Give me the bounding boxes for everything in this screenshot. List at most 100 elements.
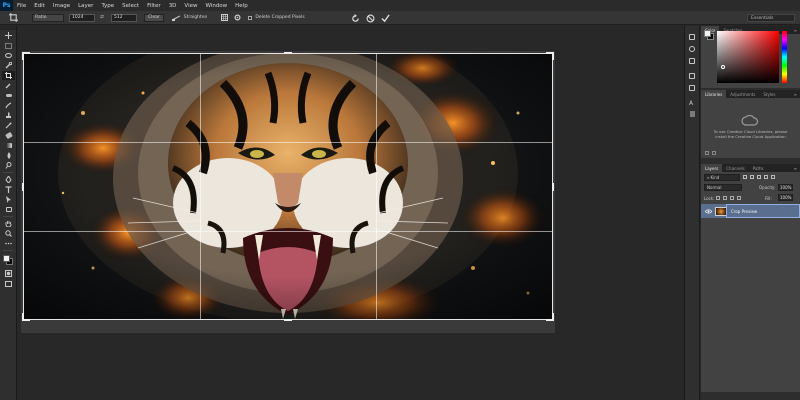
eyedropper-tool-icon[interactable] xyxy=(2,81,15,90)
history-panel-icon[interactable] xyxy=(687,32,697,41)
straighten-label[interactable]: Straighten xyxy=(184,15,208,20)
lasso-tool-icon[interactable] xyxy=(2,51,15,60)
settings-gear-icon[interactable] xyxy=(232,14,242,22)
foreground-color-swatch[interactable] xyxy=(3,255,10,262)
overlay-grid-icon[interactable] xyxy=(219,14,229,22)
type-tool-icon[interactable] xyxy=(2,185,15,194)
tab-adjustments[interactable]: Adjustments xyxy=(726,90,759,98)
add-asset-icon[interactable] xyxy=(705,151,709,155)
filter-shape-icon[interactable] xyxy=(764,175,768,179)
menu-type[interactable]: Type xyxy=(97,3,118,9)
character-panel-icon[interactable]: A xyxy=(687,98,697,107)
blend-mode-select[interactable]: Normal xyxy=(704,184,742,191)
commit-crop-check-icon[interactable] xyxy=(381,13,390,23)
dodge-tool-icon[interactable] xyxy=(2,161,15,170)
reset-crop-icon[interactable] xyxy=(351,13,360,23)
filter-adjustment-icon[interactable] xyxy=(750,175,754,179)
quick-mask-icon[interactable] xyxy=(2,269,15,278)
delete-cropped-checkbox[interactable] xyxy=(248,15,253,20)
menu-3d[interactable]: 3D xyxy=(165,3,181,9)
clone-stamp-tool-icon[interactable] xyxy=(2,111,15,120)
menu-image[interactable]: Image xyxy=(49,3,74,9)
layer-visibility-eye-icon[interactable] xyxy=(704,207,712,215)
pen-tool-icon[interactable] xyxy=(2,175,15,184)
tab-styles[interactable]: Styles xyxy=(759,90,779,98)
fill-input[interactable]: 100% xyxy=(778,194,793,201)
lock-pixels-icon[interactable] xyxy=(723,196,727,200)
crop-width-input[interactable]: 1024 xyxy=(69,13,95,22)
crop-handle-left[interactable] xyxy=(22,182,24,191)
document-canvas-area[interactable] xyxy=(18,26,682,400)
color-swatches[interactable] xyxy=(2,254,15,266)
crop-tool-icon[interactable] xyxy=(2,71,15,80)
tools-panel-grip[interactable] xyxy=(0,26,16,30)
panel-menu-icon[interactable]: ≡ xyxy=(794,90,800,98)
crop-handle-top-left[interactable] xyxy=(22,52,24,60)
filter-smart-object-icon[interactable] xyxy=(771,175,775,179)
color-panel-foreground-swatch[interactable] xyxy=(704,30,711,37)
tab-channels[interactable]: Channels xyxy=(722,164,749,172)
zoom-tool-icon[interactable] xyxy=(2,229,15,238)
menu-filter[interactable]: Filter xyxy=(143,3,165,9)
gradient-tool-icon[interactable] xyxy=(2,141,15,150)
crop-tool-preset-icon[interactable] xyxy=(6,13,20,23)
crop-handle-top[interactable] xyxy=(284,52,292,54)
lock-transparency-icon[interactable] xyxy=(716,196,720,200)
delete-cropped-label[interactable]: Delete Cropped Pixels xyxy=(255,15,304,20)
layer-name[interactable]: Crop Preview xyxy=(731,209,757,214)
menu-help[interactable]: Help xyxy=(231,3,252,9)
panel-menu-icon[interactable]: ≡ xyxy=(794,164,800,172)
color-saturation-field[interactable] xyxy=(717,31,779,83)
panel-menu-icon[interactable]: ≡ xyxy=(794,26,800,34)
menu-select[interactable]: Select xyxy=(118,3,143,9)
swatches-panel-icon[interactable] xyxy=(687,56,697,65)
crop-handle-bottom-left[interactable] xyxy=(22,313,24,321)
filter-pixel-icon[interactable] xyxy=(743,175,747,179)
cc-sync-icon[interactable] xyxy=(712,151,716,155)
menu-view[interactable]: View xyxy=(180,3,201,9)
crop-handle-top-right[interactable] xyxy=(552,52,554,60)
workspace-select[interactable]: Essentials xyxy=(747,14,795,22)
path-selection-tool-icon[interactable] xyxy=(2,195,15,204)
hand-tool-icon[interactable] xyxy=(2,219,15,228)
color-picker-handle[interactable] xyxy=(721,65,725,69)
tab-libraries[interactable]: Libraries xyxy=(701,90,727,98)
menu-edit[interactable]: Edit xyxy=(30,3,49,9)
screen-mode-icon[interactable] xyxy=(2,279,15,288)
straighten-icon[interactable] xyxy=(171,14,181,22)
crop-handle-right[interactable] xyxy=(552,182,554,191)
more-tools-icon[interactable] xyxy=(2,239,15,248)
clone-source-panel-icon[interactable] xyxy=(687,83,697,92)
move-tool-icon[interactable] xyxy=(2,31,15,40)
clear-button[interactable]: Clear xyxy=(144,13,164,22)
cancel-crop-icon[interactable] xyxy=(366,13,375,23)
marquee-tool-icon[interactable] xyxy=(2,41,15,50)
tab-layers[interactable]: Layers xyxy=(701,164,723,172)
properties-panel-icon[interactable] xyxy=(687,44,697,53)
crop-handle-bottom-right[interactable] xyxy=(552,313,554,321)
crop-ratio-select[interactable]: Ratio xyxy=(32,13,64,22)
lock-position-icon[interactable] xyxy=(730,196,734,200)
crop-bounding-box[interactable] xyxy=(22,52,554,321)
menu-layer[interactable]: Layer xyxy=(74,3,97,9)
hue-slider[interactable] xyxy=(782,31,787,83)
menu-file[interactable]: File xyxy=(13,3,30,9)
crop-handle-bottom[interactable] xyxy=(284,319,292,321)
menu-window[interactable]: Window xyxy=(201,3,231,9)
healing-brush-tool-icon[interactable] xyxy=(2,91,15,100)
crop-height-input[interactable]: 512 xyxy=(111,13,137,22)
eraser-tool-icon[interactable] xyxy=(2,131,15,140)
layer-kind-filter[interactable]: ⌕ Kind xyxy=(704,174,740,181)
brush-tool-icon[interactable] xyxy=(2,101,15,110)
filter-type-icon[interactable] xyxy=(757,175,761,179)
lock-all-icon[interactable] xyxy=(737,196,741,200)
quick-selection-tool-icon[interactable] xyxy=(2,61,15,70)
paragraph-panel-icon[interactable] xyxy=(687,110,697,119)
rectangle-tool-icon[interactable] xyxy=(2,205,15,214)
history-brush-tool-icon[interactable] xyxy=(2,121,15,130)
brush-panel-icon[interactable] xyxy=(687,71,697,80)
swap-dimensions-icon[interactable]: ⇄ xyxy=(98,15,106,20)
blur-tool-icon[interactable] xyxy=(2,151,15,160)
tab-paths[interactable]: Paths xyxy=(749,164,768,172)
layer-row-crop-preview[interactable]: Crop Preview xyxy=(701,204,800,218)
